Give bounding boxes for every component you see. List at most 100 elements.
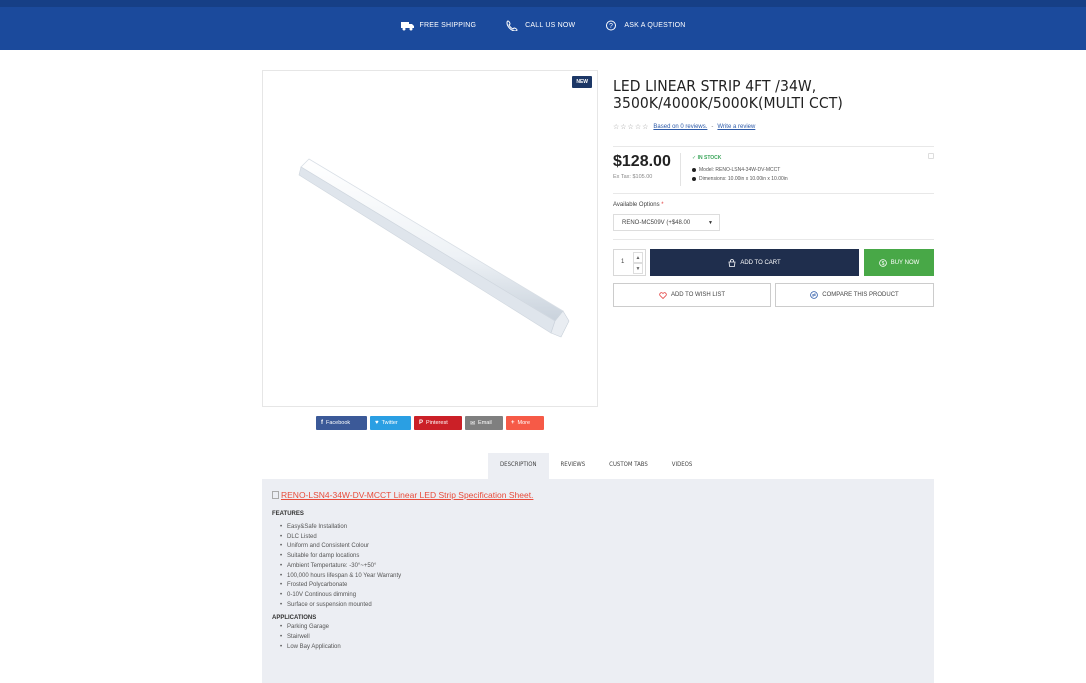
dimensions-label: Dimensions: 10.00in x 10.00in x 10.00in	[699, 176, 788, 182]
list-item: Low Bay Application	[280, 643, 924, 653]
list-item: Easy&Safe Installation	[280, 523, 924, 533]
add-to-wishlist-button[interactable]: ADD TO WISH LIST	[613, 283, 771, 307]
tab-description[interactable]: DESCRIPTION	[488, 453, 549, 479]
wishlist-label: ADD TO WISH LIST	[670, 292, 726, 298]
options-select[interactable]: RENO-MC509V (+$48.00 ▼	[613, 214, 720, 231]
divider	[613, 146, 934, 147]
spec-sheet-label: RENO-LSN4-34W-DV-MCCT Linear LED Strip S…	[281, 490, 534, 500]
add-to-cart-label: ADD TO CART	[740, 259, 781, 266]
product-image-frame[interactable]: NEW	[262, 70, 598, 407]
bullet-icon	[692, 177, 696, 181]
stock-label: IN STOCK	[697, 155, 722, 161]
rating-separator: -	[711, 124, 714, 130]
price-divider	[680, 153, 681, 186]
ask-question-label: ASK A QUESTION	[624, 22, 686, 29]
features-heading: FEATURES	[272, 511, 304, 517]
list-item: Surface or suspension mounted	[280, 601, 924, 611]
list-item: Parking Garage	[280, 623, 924, 633]
list-item: DLC Listed	[280, 533, 924, 543]
tab-reviews[interactable]: REVIEWS	[549, 453, 598, 479]
pinterest-icon: P	[419, 420, 424, 426]
list-item: Stairwell	[280, 633, 924, 643]
list-item: Frosted Polycarbonate	[280, 581, 924, 591]
decrement-icon[interactable]: ▼	[633, 263, 643, 274]
email-share-button[interactable]: ✉ Email	[465, 416, 503, 430]
question-icon: ?	[606, 20, 617, 31]
compare-product-button[interactable]: COMPARE THIS PRODUCT	[775, 283, 934, 307]
svg-text:?: ?	[609, 23, 613, 30]
pinterest-label: Pinterest	[426, 420, 448, 426]
ask-question-link[interactable]: ? ASK A QUESTION	[605, 20, 685, 31]
twitter-label: Twitter	[381, 420, 398, 426]
model-label: Model: RENO-LSN4-34W-DV-MCCT	[699, 167, 781, 173]
bullet-icon	[692, 168, 696, 172]
divider	[613, 239, 934, 240]
list-item: Suitable for damp locations	[280, 552, 924, 562]
pinterest-share-button[interactable]: P Pinterest	[414, 416, 462, 430]
facebook-label: Facebook	[326, 420, 351, 426]
model-info: Model: RENO-LSN4-34W-DV-MCCT	[692, 167, 780, 173]
rating-row: ☆☆☆☆☆ Based on 0 reviews. - Write a revi…	[613, 123, 755, 131]
facebook-share-button[interactable]: f Facebook	[316, 416, 367, 430]
available-options-label: Available Options *	[613, 202, 664, 208]
free-shipping-label: FREE SHIPPING	[419, 22, 477, 29]
top-info-bar: FREE SHIPPING CALL US NOW ? ASK A QUESTI…	[0, 0, 1086, 50]
share-bar: f Facebook ♥ Twitter P Pinterest ✉ Email…	[316, 416, 544, 430]
top-info-items: FREE SHIPPING CALL US NOW ? ASK A QUESTI…	[0, 20, 1086, 31]
broken-image-icon	[272, 491, 279, 499]
divider	[613, 193, 934, 194]
product-price: $128.00	[613, 153, 671, 170]
spec-sheet-link[interactable]: RENO-LSN4-34W-DV-MCCT Linear LED Strip S…	[272, 490, 924, 500]
ex-tax-price: Ex Tax: $105.00	[613, 174, 653, 180]
dollar-circle-icon: $	[878, 258, 887, 267]
reviews-count-link[interactable]: Based on 0 reviews.	[653, 124, 707, 130]
buy-now-button[interactable]: $ BUY NOW	[864, 249, 934, 276]
add-to-cart-button[interactable]: ADD TO CART	[650, 249, 859, 276]
quantity-input[interactable]: 1	[621, 259, 624, 265]
compare-label: COMPARE THIS PRODUCT	[822, 292, 899, 298]
free-shipping-link[interactable]: FREE SHIPPING	[400, 20, 477, 31]
list-item: Ambient Tempertature: -30°~+50°	[280, 562, 924, 572]
heart-icon	[659, 291, 667, 299]
facebook-icon: f	[321, 420, 323, 426]
chevron-down-icon: ▼	[708, 220, 713, 226]
stock-status: ✓ IN STOCK	[692, 155, 721, 161]
tab-videos[interactable]: VIDEOS	[660, 453, 705, 479]
applications-heading: APPLICATIONS	[272, 615, 317, 622]
product-image	[298, 158, 570, 338]
plus-icon: +	[511, 420, 515, 426]
call-us-link[interactable]: CALL US NOW	[506, 20, 575, 31]
more-share-button[interactable]: + More	[506, 416, 544, 430]
star-rating-icon: ☆☆☆☆☆	[613, 124, 650, 131]
list-item: Uniform and Consistent Colour	[280, 542, 924, 552]
product-title-line2: 3500K/4000K/5000K(MULTI CCT)	[613, 94, 843, 112]
required-marker: *	[661, 202, 664, 208]
compare-icon	[810, 291, 819, 299]
phone-icon	[506, 20, 518, 31]
call-us-label: CALL US NOW	[525, 22, 576, 29]
email-icon: ✉	[470, 420, 476, 427]
options-label-text: Available Options	[613, 202, 660, 208]
product-title: LED LINEAR STRIP 4FT /34W, 3500K/4000K/5…	[613, 78, 933, 112]
twitter-share-button[interactable]: ♥ Twitter	[370, 416, 411, 430]
more-label: More	[517, 420, 531, 426]
compare-toggle-icon[interactable]	[928, 153, 934, 159]
quantity-stepper[interactable]: 1 ▲ ▼	[613, 249, 646, 276]
new-badge: NEW	[572, 76, 592, 88]
features-list: Easy&Safe Installation DLC Listed Unifor…	[272, 523, 924, 610]
svg-text:$: $	[881, 261, 884, 267]
list-item: 100,000 hours lifespan & 10 Year Warrant…	[280, 572, 924, 582]
buy-now-label: BUY NOW	[890, 259, 920, 266]
email-label: Email	[478, 420, 492, 426]
tab-custom-tabs[interactable]: CUSTOM TABS	[597, 453, 660, 479]
description-panel: RENO-LSN4-34W-DV-MCCT Linear LED Strip S…	[262, 479, 934, 683]
list-item: 0-10V Continous dimming	[280, 591, 924, 601]
increment-icon[interactable]: ▲	[633, 252, 643, 263]
cart-icon	[728, 258, 736, 267]
option-selected-value: RENO-MC509V (+$48.00	[622, 219, 691, 226]
dimensions-info: Dimensions: 10.00in x 10.00in x 10.00in	[692, 176, 788, 182]
applications-list: Parking Garage Stairwell Low Bay Applica…	[272, 623, 924, 652]
product-tabs: DESCRIPTION REVIEWS CUSTOM TABS VIDEOS	[488, 453, 704, 479]
write-review-link[interactable]: Write a review	[717, 124, 755, 130]
truck-icon	[400, 22, 414, 31]
